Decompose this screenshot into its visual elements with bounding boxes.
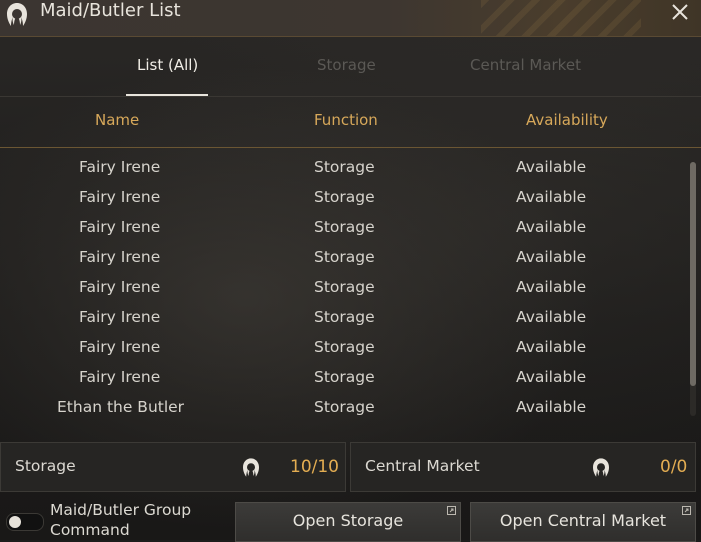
row-availability: Available (516, 248, 587, 266)
open-storage-label: Open Storage (292, 511, 404, 530)
list-row[interactable]: Fairy Irene Storage Available (0, 300, 690, 330)
row-function: Storage (314, 188, 375, 206)
tab-bar: List (All) Storage Central Market (0, 36, 701, 97)
list-row[interactable]: Fairy Irene Storage Available (0, 210, 690, 240)
title-decoration (481, 0, 641, 36)
tab-central-market[interactable]: Central Market (470, 56, 581, 74)
open-storage-button[interactable]: Open Storage (235, 502, 461, 542)
list-row[interactable]: Fairy Irene Storage Available (0, 330, 690, 360)
expand-corner-icon (447, 506, 456, 515)
row-name: Fairy Irene (79, 188, 161, 206)
row-function: Storage (314, 398, 375, 416)
market-summary-label: Central Market (365, 457, 480, 475)
title-bar[interactable]: Maid/Butler List (0, 0, 701, 37)
row-availability: Available (516, 398, 587, 416)
row-availability: Available (516, 158, 587, 176)
row-name: Fairy Irene (79, 308, 161, 326)
storage-count: 10/10 (290, 457, 339, 477)
row-function: Storage (314, 368, 375, 386)
column-name: Name (95, 111, 140, 129)
row-function: Storage (314, 218, 375, 236)
row-function: Storage (314, 248, 375, 266)
open-central-market-button[interactable]: Open Central Market (470, 502, 696, 542)
group-command-label: Maid/Butler Group Command (50, 501, 192, 539)
column-function: Function (314, 111, 378, 129)
market-count: 0/0 (660, 457, 688, 477)
maid-silhouette-icon (7, 3, 27, 26)
row-availability: Available (516, 338, 587, 356)
list-row[interactable]: Fairy Irene Storage Available (0, 360, 690, 390)
row-name: Fairy Irene (79, 278, 161, 296)
row-function: Storage (314, 278, 375, 296)
tab-list-all[interactable]: List (All) (137, 56, 198, 74)
list-row[interactable]: Fairy Irene Storage Available (0, 180, 690, 210)
column-header: Name Function Availability (0, 97, 701, 148)
row-name: Fairy Irene (79, 248, 161, 266)
maid-silhouette-icon (593, 458, 609, 477)
scrollbar-thumb[interactable] (690, 162, 696, 386)
maid-list: Fairy Irene Storage Available Fairy Iren… (0, 150, 690, 430)
expand-corner-icon (682, 506, 691, 515)
close-icon[interactable] (669, 1, 691, 23)
row-name: Fairy Irene (79, 338, 161, 356)
list-row[interactable]: Ethan the Butler Storage Available (0, 390, 690, 420)
row-availability: Available (516, 308, 587, 326)
maid-silhouette-icon (243, 458, 259, 477)
row-availability: Available (516, 188, 587, 206)
row-availability: Available (516, 368, 587, 386)
row-function: Storage (314, 338, 375, 356)
list-row[interactable]: Fairy Irene Storage Available (0, 150, 690, 180)
storage-summary-label: Storage (15, 457, 76, 475)
group-command-toggle[interactable] (6, 513, 44, 531)
market-summary: Central Market 0/0 (350, 442, 696, 492)
toggle-knob (9, 516, 21, 528)
open-central-market-label: Open Central Market (499, 511, 667, 530)
tab-storage[interactable]: Storage (317, 56, 376, 74)
list-row[interactable]: Fairy Irene Storage Available (0, 240, 690, 270)
row-name: Fairy Irene (79, 218, 161, 236)
column-availability: Availability (526, 111, 608, 129)
active-tab-indicator (126, 94, 208, 96)
row-function: Storage (314, 158, 375, 176)
window-title: Maid/Butler List (40, 0, 181, 21)
row-availability: Available (516, 218, 587, 236)
row-availability: Available (516, 278, 587, 296)
row-name: Fairy Irene (79, 158, 161, 176)
list-row[interactable]: Fairy Irene Storage Available (0, 270, 690, 300)
storage-summary: Storage 10/10 (0, 442, 346, 492)
row-function: Storage (314, 308, 375, 326)
row-name: Fairy Irene (79, 368, 161, 386)
row-name: Ethan the Butler (57, 398, 185, 416)
